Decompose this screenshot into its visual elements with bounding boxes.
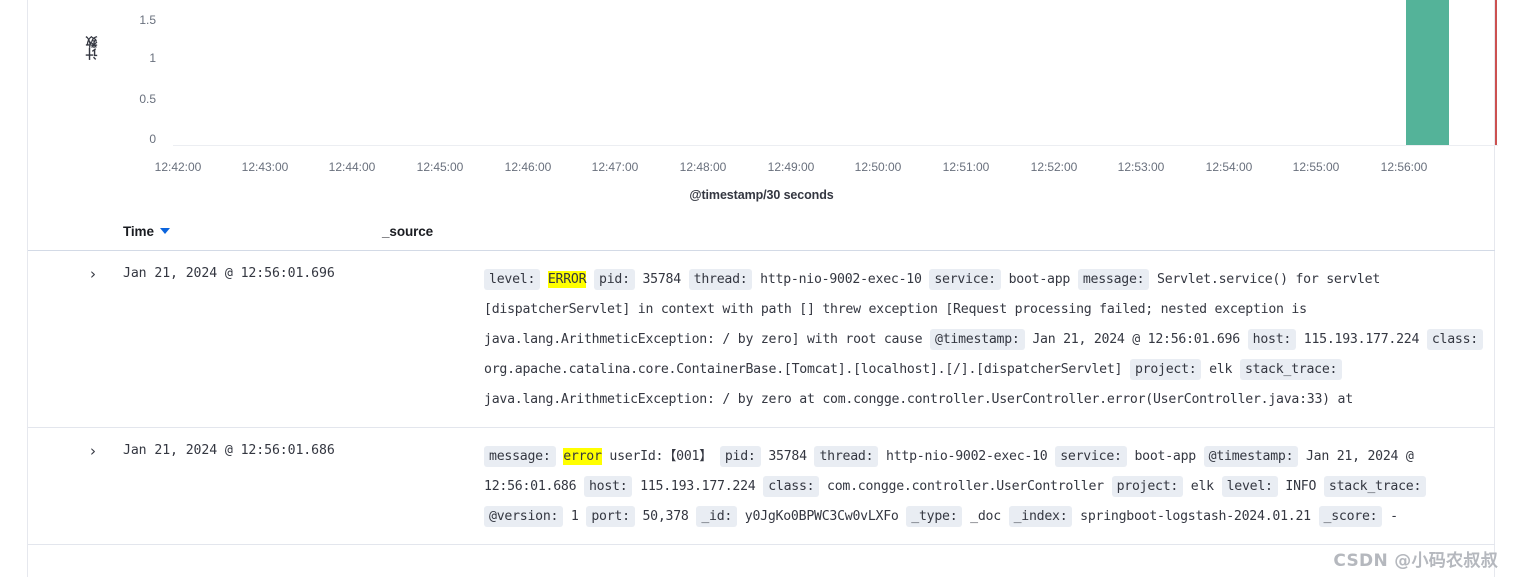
field-key: project: <box>1129 359 1202 380</box>
field-key: stack_trace: <box>1239 359 1343 380</box>
y-tick-1.5: 1.5 <box>139 13 156 27</box>
field-key: @timestamp: <box>1203 446 1299 467</box>
x-tick-12-53: 12:53:00 <box>1117 160 1165 174</box>
chevron-right-icon[interactable]: › <box>90 443 96 459</box>
watermark: CSDN @小码农叔叔 <box>1333 551 1498 571</box>
table-row[interactable]: › Jan 21, 2024 @ 12:56:01.696 level: ERROR… <box>28 251 1495 428</box>
field-key: _index: <box>1008 506 1073 527</box>
field-key: service: <box>1055 446 1127 467</box>
histogram-x-axis-title: @timestamp/30 seconds <box>689 188 834 202</box>
field-key: _type: <box>906 506 963 527</box>
histogram-y-axis-title: 计数 <box>85 36 99 60</box>
field-value: _doc <box>970 509 1001 524</box>
x-tick-12-43: 12:43:00 <box>241 160 289 174</box>
field-value: 115.193.177.224 <box>1303 332 1420 347</box>
field-key: class: <box>763 476 820 497</box>
field-value: boot-app <box>1008 272 1071 287</box>
sort-desc-icon[interactable] <box>159 228 170 234</box>
field-key: level: <box>1221 476 1278 497</box>
x-tick-12-42: 12:42:00 <box>154 160 202 174</box>
row-source: message: error userId:【001】 pid: 35784 t… <box>484 442 1495 532</box>
row-source: level: ERROR pid: 35784 thread: http-nio… <box>484 265 1495 415</box>
field-value: boot-app <box>1134 449 1196 464</box>
row-expand-cell[interactable]: › <box>28 265 130 415</box>
field-key: @version: <box>484 506 564 527</box>
search-highlight: ERROR <box>547 271 587 288</box>
histogram-bar-12-56[interactable] <box>1406 0 1449 145</box>
field-key: _score: <box>1318 506 1383 527</box>
x-tick-12-54: 12:54:00 <box>1205 160 1253 174</box>
documents-table: Time _source › Jan 21, 2024 @ 12:56:01.69… <box>28 214 1495 545</box>
column-header-time-label: Time <box>123 224 154 239</box>
field-value: INFO <box>1285 479 1317 494</box>
x-tick-12-50: 12:50:00 <box>854 160 902 174</box>
x-tick-12-56: 12:56:00 <box>1380 160 1428 174</box>
x-tick-12-51: 12:51:00 <box>942 160 990 174</box>
x-tick-12-55: 12:55:00 <box>1292 160 1340 174</box>
field-value: 115.193.177.224 <box>640 479 756 494</box>
x-tick-12-48: 12:48:00 <box>679 160 727 174</box>
histogram-plot-area[interactable] <box>173 0 1498 146</box>
column-header-time[interactable]: Time <box>123 224 170 239</box>
table-header-row: Time _source <box>28 214 1495 251</box>
field-key: level: <box>484 269 541 290</box>
field-key: message: <box>484 446 556 467</box>
y-tick-0: 0 <box>149 132 156 146</box>
field-value: userId:【001】 <box>601 449 713 464</box>
x-tick-12-52: 12:52:00 <box>1030 160 1078 174</box>
field-value: 50,378 <box>642 509 689 524</box>
histogram-y-axis: 1.5 1 0.5 0 <box>116 0 156 146</box>
field-value: Jan 21, 2024 @ 12:56:01.696 <box>1032 332 1240 347</box>
field-value: http-nio-9002-exec-10 <box>760 272 922 287</box>
chevron-right-icon[interactable]: › <box>90 266 96 282</box>
timestamp-histogram: 计数 1.5 1 0.5 0 12:42:00 12:43:00 12:44:0… <box>28 0 1498 212</box>
y-tick-0.5: 0.5 <box>139 92 156 106</box>
field-value: http-nio-9002-exec-10 <box>886 449 1048 464</box>
field-value: elk <box>1190 479 1214 494</box>
row-time: Jan 21, 2024 @ 12:56:01.696 <box>123 266 335 281</box>
row-expand-cell[interactable]: › <box>28 442 130 532</box>
field-key: host: <box>1247 329 1297 350</box>
field-key: pid: <box>719 446 761 467</box>
field-key: thread: <box>814 446 879 467</box>
row-time: Jan 21, 2024 @ 12:56:01.686 <box>123 443 335 458</box>
x-tick-12-45: 12:45:00 <box>416 160 464 174</box>
field-value: elk <box>1209 362 1233 377</box>
field-value: com.congge.controller.UserController <box>827 479 1104 494</box>
field-value: 1 <box>570 509 579 524</box>
field-value: y0JgKo0BPWC3Cw0vLXFo <box>744 509 899 524</box>
field-key: host: <box>583 476 633 497</box>
field-key: message: <box>1077 269 1150 290</box>
search-highlight: error <box>563 448 602 465</box>
screenshot-root: 计数 1.5 1 0.5 0 12:42:00 12:43:00 12:44:0… <box>0 0 1516 577</box>
field-key: stack_trace: <box>1323 476 1427 497</box>
field-value: 35784 <box>768 449 807 464</box>
field-key: service: <box>929 269 1001 290</box>
field-key: class: <box>1426 329 1483 350</box>
table-row[interactable]: › Jan 21, 2024 @ 12:56:01.686 message: err… <box>28 428 1495 545</box>
field-value: 35784 <box>642 272 681 287</box>
discover-panel: 计数 1.5 1 0.5 0 12:42:00 12:43:00 12:44:0… <box>28 0 1498 577</box>
histogram-time-marker <box>1495 0 1497 145</box>
field-key: thread: <box>688 269 753 290</box>
x-tick-12-44: 12:44:00 <box>328 160 376 174</box>
x-tick-12-49: 12:49:00 <box>767 160 815 174</box>
field-key: project: <box>1111 476 1184 497</box>
column-header-source[interactable]: _source <box>382 224 433 239</box>
field-value: org.apache.catalina.core.ContainerBase.[… <box>484 362 1123 377</box>
x-tick-12-46: 12:46:00 <box>504 160 552 174</box>
x-tick-12-47: 12:47:00 <box>591 160 639 174</box>
left-gutter-rail <box>0 0 28 577</box>
field-value: springboot-logstash-2024.01.21 <box>1080 509 1311 524</box>
field-key: port: <box>586 506 635 527</box>
field-key: pid: <box>594 269 635 290</box>
field-key: @timestamp: <box>930 329 1025 350</box>
y-tick-1: 1 <box>149 51 156 65</box>
histogram-x-axis: 12:42:00 12:43:00 12:44:00 12:45:00 12:4… <box>28 160 1495 180</box>
field-value: - <box>1390 509 1398 524</box>
column-header-source-label: _source <box>382 224 434 239</box>
table-body: › Jan 21, 2024 @ 12:56:01.696 level: ERROR… <box>28 251 1495 545</box>
field-value: java.lang.ArithmeticException: / by zero… <box>484 392 1353 407</box>
field-key: _id: <box>696 506 738 527</box>
